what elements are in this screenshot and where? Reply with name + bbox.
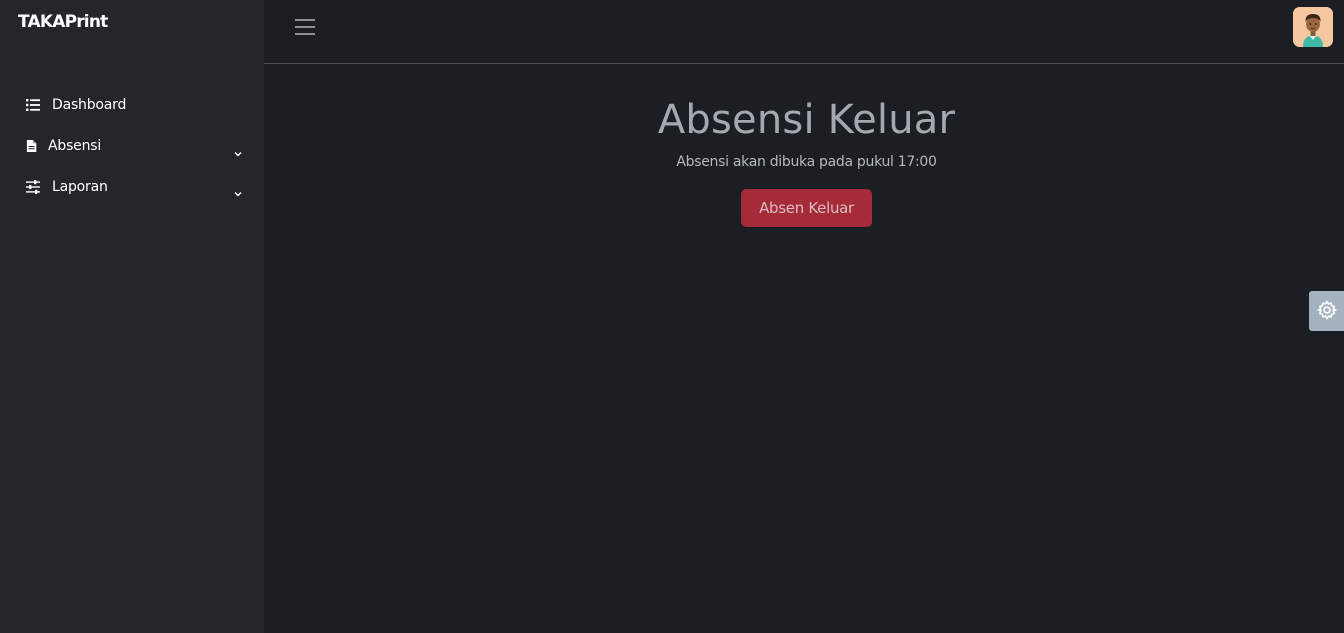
sidebar: TAKAPrint Dashboard Absensi Laporan <box>0 0 264 633</box>
page-title: Absensi Keluar <box>657 97 956 143</box>
avatar-image <box>1293 7 1333 47</box>
sidebar-item-dashboard[interactable]: Dashboard <box>0 87 264 123</box>
sliders-icon <box>26 180 40 194</box>
hamburger-icon[interactable] <box>295 19 315 35</box>
settings-toggle-button[interactable] <box>1309 291 1344 331</box>
attendance-info-text: Absensi akan dibuka pada pukul 17:00 <box>676 154 937 170</box>
main-content: Absensi Keluar Absensi akan dibuka pada … <box>264 64 1344 633</box>
top-navbar <box>264 0 1344 64</box>
user-avatar[interactable] <box>1293 7 1333 47</box>
sidebar-item-absensi[interactable]: Absensi <box>0 128 264 164</box>
absen-keluar-button[interactable]: Absen Keluar <box>741 189 872 227</box>
file-icon <box>26 140 37 152</box>
brand-logo[interactable]: TAKAPrint <box>18 10 108 34</box>
chevron-down-icon <box>234 152 242 157</box>
sidebar-item-laporan[interactable]: Laporan <box>0 169 264 205</box>
sidebar-item-label: Dashboard <box>52 97 127 113</box>
sidebar-item-label: Absensi <box>48 138 102 154</box>
list-icon <box>26 99 40 111</box>
chevron-down-icon <box>234 192 242 197</box>
sidebar-item-label: Laporan <box>52 179 108 195</box>
gear-icon <box>1317 300 1337 320</box>
